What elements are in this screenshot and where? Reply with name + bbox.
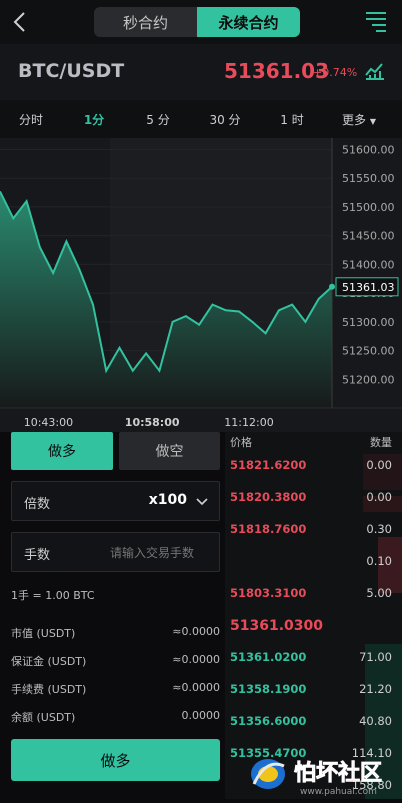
back-chevron-icon[interactable] — [10, 10, 38, 34]
ask-price: 51821.6200 — [230, 458, 307, 472]
bid-price: 51361.0200 — [230, 650, 307, 664]
interval-tabs: 分时 1分 5 分 30 分 1 时 更多 ▼ — [0, 100, 402, 138]
y-tick-label: 51200.00 — [342, 373, 395, 386]
pair-bar: BTC/USDT 51361.03 +0.74% — [0, 44, 402, 100]
bid-qty: 40.80 — [359, 714, 392, 728]
x-tick-label: 11:12:00 — [224, 416, 273, 429]
y-tick-label: 51300.00 — [342, 316, 395, 329]
info-label: 市值 (USDT) — [11, 627, 76, 640]
bid-price: 51356.6000 — [230, 714, 307, 728]
tab-seconds-contract[interactable]: 秒合约 — [94, 7, 197, 37]
ask-row[interactable]: 51803.3100 5.00 — [230, 586, 392, 604]
interval-1m[interactable]: 1分 — [62, 111, 126, 128]
quantity-input[interactable] — [108, 541, 220, 565]
interval-more-label: 更多 — [342, 112, 367, 127]
multiplier-select[interactable]: 倍数 x100 — [11, 481, 220, 521]
info-value: ≈0.0000 — [172, 653, 220, 666]
info-value: ≈0.0000 — [172, 681, 220, 694]
ask-price: 51803.3100 — [230, 586, 307, 600]
x-tick-label: 10:58:00 — [125, 416, 180, 429]
pair-symbol[interactable]: BTC/USDT — [18, 60, 124, 82]
order-book: 价格 数量 51821.6200 0.00 51820.3800 0.00 51… — [225, 432, 402, 799]
ask-price: 51820.3800 — [230, 490, 307, 504]
top-bar: 秒合约 永续合约 — [0, 0, 402, 44]
info-value: ≈0.0000 — [172, 625, 220, 638]
info-row-margin: 保证金 (USDT) ≈0.0000 — [11, 653, 220, 669]
ask-qty: 0.00 — [366, 490, 392, 504]
current-price-label: 51361.03 — [342, 281, 395, 294]
orderbook-price-header: 价格 — [230, 436, 252, 449]
submit-long-button[interactable]: 做多 — [11, 739, 220, 781]
ask-row[interactable]: 51820.3800 0.00 — [230, 490, 392, 508]
watermark-logo: 怕坏社区 www.pahuai.com — [246, 748, 402, 799]
watermark-brand: 怕坏社区 — [294, 760, 382, 786]
ask-row[interactable]: 0.10 — [230, 554, 392, 572]
multiplier-value: x100 — [148, 492, 187, 508]
ask-qty: 0.00 — [366, 458, 392, 472]
ask-qty: 0.30 — [366, 522, 392, 536]
orderbook-qty-header: 数量 — [370, 436, 392, 449]
ask-row[interactable]: 51821.6200 0.00 — [230, 458, 392, 476]
interval-1h[interactable]: 1 时 — [260, 111, 324, 128]
contract-type-switch: 秒合约 永续合约 — [94, 7, 300, 37]
bid-qty: 71.00 — [359, 650, 392, 664]
tab-perpetual-contract[interactable]: 永续合约 — [197, 7, 300, 37]
ask-price: 51818.7600 — [230, 522, 307, 536]
price-change: +0.74% — [313, 66, 358, 79]
bid-row[interactable]: 51358.1900 21.20 — [230, 682, 392, 700]
short-tab[interactable]: 做空 — [119, 432, 220, 470]
x-tick-label: 10:43:00 — [24, 416, 73, 429]
chevron-down-icon — [195, 493, 209, 507]
interval-5m[interactable]: 5 分 — [126, 111, 190, 128]
info-row-market-value: 市值 (USDT) ≈0.0000 — [11, 625, 220, 641]
chart-svg: 51600.00 51550.00 51500.00 51450.00 51400.00… — [0, 138, 402, 432]
current-price-dot — [329, 283, 335, 290]
interval-30m[interactable]: 30 分 — [190, 111, 260, 128]
price-chart[interactable]: 51600.00 51550.00 51500.00 51450.00 51400.00… — [0, 138, 402, 432]
lot-size-note: 1手 = 1.00 BTC — [11, 589, 95, 602]
watermark-url: www.pahuai.com — [300, 787, 377, 797]
info-value: 0.0000 — [181, 709, 221, 722]
info-label: 保证金 (USDT) — [11, 655, 87, 668]
y-tick-label: 51600.00 — [342, 143, 395, 156]
ask-qty: 5.00 — [366, 586, 392, 600]
ask-qty: 0.10 — [366, 554, 392, 568]
info-label: 余额 (USDT) — [11, 711, 76, 724]
filter-menu-icon[interactable] — [364, 8, 388, 34]
interval-timeshare[interactable]: 分时 — [0, 111, 62, 128]
info-row-fee: 手续费 (USDT) ≈0.0000 — [11, 681, 220, 697]
quantity-label: 手数 — [24, 548, 51, 563]
bid-row[interactable]: 51361.0200 71.00 — [230, 650, 392, 668]
y-tick-label: 51500.00 — [342, 201, 395, 214]
y-tick-label: 51400.00 — [342, 258, 395, 271]
y-tick-label: 51250.00 — [342, 345, 395, 358]
ask-row[interactable]: 51818.7600 0.30 — [230, 522, 392, 540]
y-tick-label: 51550.00 — [342, 172, 395, 185]
caret-down-icon: ▼ — [369, 116, 376, 126]
y-tick-label: 51450.00 — [342, 230, 395, 243]
interval-more[interactable]: 更多 ▼ — [324, 111, 394, 128]
orderbook-last-price: 51361.0300 — [230, 618, 323, 634]
info-row-balance: 余额 (USDT) 0.0000 — [11, 709, 220, 725]
long-tab[interactable]: 做多 — [11, 432, 113, 470]
chart-trend-icon[interactable] — [364, 61, 386, 81]
multiplier-label: 倍数 — [24, 497, 51, 512]
bid-qty: 21.20 — [359, 682, 392, 696]
quantity-field[interactable]: 手数 — [11, 532, 220, 572]
bid-row[interactable]: 51356.6000 40.80 — [230, 714, 392, 732]
info-label: 手续费 (USDT) — [11, 683, 87, 696]
bid-price: 51358.1900 — [230, 682, 307, 696]
